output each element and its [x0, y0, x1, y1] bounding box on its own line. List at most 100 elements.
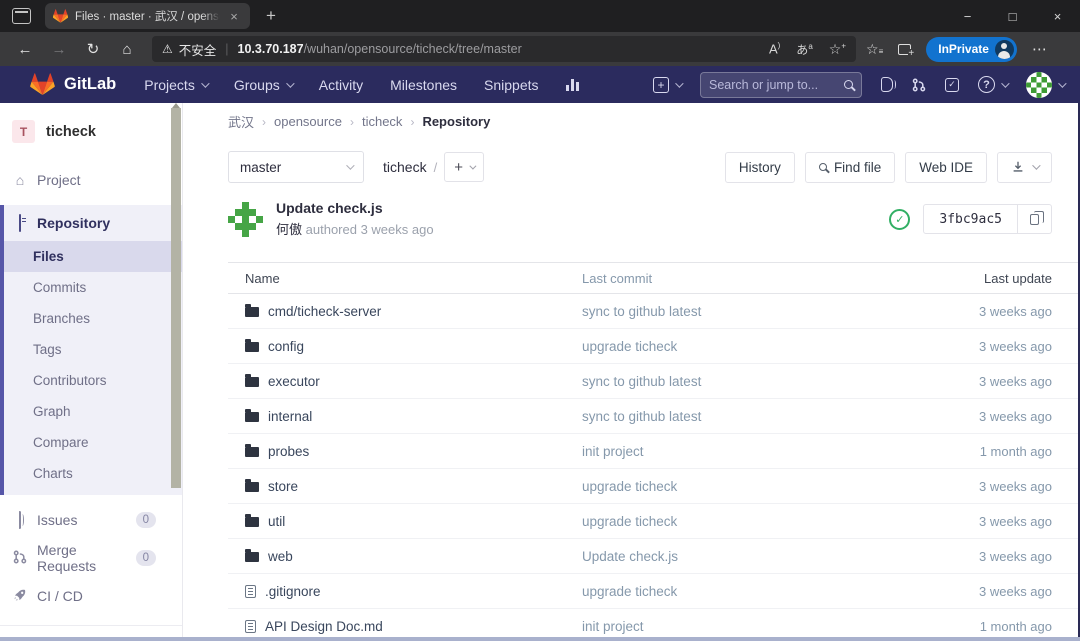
inprivate-badge[interactable]: InPrivate	[926, 37, 1017, 62]
table-row[interactable]: .gitignore upgrade ticheck 3 weeks ago	[228, 574, 1080, 609]
sidebar-item-branches[interactable]: Branches	[4, 303, 182, 334]
forward-button[interactable]: →	[42, 41, 76, 58]
table-row[interactable]: probes init project 1 month ago	[228, 434, 1080, 469]
new-menu-button[interactable]: +	[653, 77, 681, 93]
commit-message[interactable]: Update check.js	[582, 549, 920, 564]
table-row[interactable]: cmd/ticheck-server sync to github latest…	[228, 294, 1080, 329]
file-name[interactable]: store	[268, 479, 298, 494]
help-menu[interactable]: ?	[978, 76, 1007, 93]
sidebar-item-cicd[interactable]: CI / CD	[0, 579, 182, 613]
file-name[interactable]: config	[268, 339, 304, 354]
nav-groups[interactable]: Groups	[234, 77, 292, 93]
commit-message[interactable]: init project	[582, 619, 920, 634]
commit-message[interactable]: sync to github latest	[582, 304, 920, 319]
commit-message[interactable]: upgrade ticheck	[582, 479, 920, 494]
tab-close-icon[interactable]: ×	[226, 9, 242, 24]
file-name[interactable]: executor	[268, 374, 320, 389]
browser-window: Files · master · 武汉 / opensourc × + − □ …	[0, 0, 1080, 641]
sidebar-item-compare[interactable]: Compare	[4, 427, 182, 458]
read-aloud-icon[interactable]: A)	[769, 41, 780, 56]
table-row[interactable]: util upgrade ticheck 3 weeks ago	[228, 504, 1080, 539]
security-label[interactable]: 不安全	[179, 40, 217, 59]
table-row[interactable]: config upgrade ticheck 3 weeks ago	[228, 329, 1080, 364]
file-name[interactable]: internal	[268, 409, 312, 424]
breadcrumb-namespace[interactable]: opensource	[274, 114, 342, 129]
sidebar-item-commits[interactable]: Commits	[4, 272, 182, 303]
commit-title[interactable]: Update check.js	[276, 200, 434, 216]
minimize-button[interactable]: −	[945, 0, 990, 32]
breadcrumb-project[interactable]: ticheck	[362, 114, 402, 129]
nav-milestones[interactable]: Milestones	[390, 77, 457, 93]
gitlab-brand[interactable]: GitLab	[64, 75, 116, 94]
commit-message[interactable]: sync to github latest	[582, 409, 920, 424]
sidebar-item-contributors[interactable]: Contributors	[4, 365, 182, 396]
commit-message[interactable]: upgrade ticheck	[582, 339, 920, 354]
file-name[interactable]: util	[268, 514, 285, 529]
download-button[interactable]	[997, 152, 1052, 183]
commit-message[interactable]: sync to github latest	[582, 374, 920, 389]
search-box[interactable]	[700, 72, 862, 98]
sidebar-scrollbar[interactable]	[171, 108, 181, 488]
sidebar-item-tags[interactable]: Tags	[4, 334, 182, 365]
sidebar-item-charts[interactable]: Charts	[4, 458, 182, 489]
commit-message[interactable]: upgrade ticheck	[582, 584, 920, 599]
sidebar-item-files[interactable]: Files	[4, 241, 182, 272]
pipeline-status-icon[interactable]: ✓	[889, 209, 910, 230]
file-name[interactable]: probes	[268, 444, 309, 459]
nav-projects[interactable]: Projects	[144, 77, 207, 93]
copy-icon	[1030, 214, 1039, 225]
commit-message[interactable]: init project	[582, 444, 920, 459]
browser-menu-icon[interactable]: ⋯	[1032, 40, 1048, 58]
merge-requests-icon[interactable]	[912, 78, 926, 92]
sidebar-item-issues[interactable]: Issues 0	[0, 503, 182, 537]
sidebar-item-repository[interactable]: Repository	[4, 205, 182, 241]
copy-commit-button[interactable]	[1018, 204, 1052, 234]
find-file-button[interactable]: Find file	[805, 152, 895, 183]
close-button[interactable]: ×	[1035, 0, 1080, 32]
table-row[interactable]: executor sync to github latest 3 weeks a…	[228, 364, 1080, 399]
warning-icon: ⚠	[162, 42, 173, 56]
sidebar-project-header[interactable]: T ticheck	[0, 103, 182, 163]
commit-author-avatar[interactable]	[228, 202, 263, 237]
file-name[interactable]: web	[268, 549, 293, 564]
collections-icon[interactable]	[898, 44, 911, 55]
translate-icon[interactable]: あa	[796, 41, 812, 58]
back-button[interactable]: ←	[8, 41, 42, 58]
file-name[interactable]: .gitignore	[265, 584, 321, 599]
chart-icon[interactable]	[566, 78, 579, 91]
table-row[interactable]: API Design Doc.md init project 1 month a…	[228, 609, 1080, 637]
favorites-icon[interactable]: ☆≡	[866, 41, 883, 58]
search-input[interactable]	[709, 78, 844, 92]
table-row[interactable]: internal sync to github latest 3 weeks a…	[228, 399, 1080, 434]
repo-path[interactable]: ticheck	[383, 159, 427, 175]
history-button[interactable]: History	[725, 152, 795, 183]
commit-author[interactable]: 何傲	[276, 222, 302, 237]
refresh-button[interactable]: ↻	[76, 40, 110, 58]
add-file-button[interactable]: +	[444, 152, 484, 182]
web-ide-button[interactable]: Web IDE	[905, 152, 987, 183]
nav-snippets[interactable]: Snippets	[484, 77, 538, 93]
address-bar[interactable]: ⚠ 不安全 | 10.3.70.187/wuhan/opensource/tic…	[152, 36, 856, 62]
new-tab-button[interactable]: +	[256, 6, 286, 26]
gitlab-logo[interactable]	[30, 73, 55, 97]
file-name[interactable]: API Design Doc.md	[265, 619, 383, 634]
sidebar-item-graph[interactable]: Graph	[4, 396, 182, 427]
sidebar-item-merge-requests[interactable]: Merge Requests 0	[0, 541, 182, 575]
file-name[interactable]: cmd/ticheck-server	[268, 304, 381, 319]
tab-actions-icon[interactable]	[12, 8, 31, 24]
home-button[interactable]: ⌂	[110, 41, 144, 58]
user-menu[interactable]	[1026, 72, 1064, 98]
branch-selector[interactable]: master	[228, 151, 364, 183]
table-row[interactable]: web Update check.js 3 weeks ago	[228, 539, 1080, 574]
sidebar-item-project[interactable]: ⌂ Project	[0, 163, 182, 197]
issues-icon[interactable]	[881, 77, 893, 92]
breadcrumb-group[interactable]: 武汉	[228, 112, 254, 131]
table-row[interactable]: store upgrade ticheck 3 weeks ago	[228, 469, 1080, 504]
commit-hash[interactable]: 3fbc9ac5	[923, 204, 1018, 234]
add-favorite-icon[interactable]: ☆+	[829, 41, 846, 58]
commit-message[interactable]: upgrade ticheck	[582, 514, 920, 529]
browser-tab[interactable]: Files · master · 武汉 / opensourc ×	[45, 3, 250, 29]
maximize-button[interactable]: □	[990, 0, 1035, 32]
todos-icon[interactable]: ✓	[945, 78, 959, 92]
nav-activity[interactable]: Activity	[319, 77, 363, 93]
